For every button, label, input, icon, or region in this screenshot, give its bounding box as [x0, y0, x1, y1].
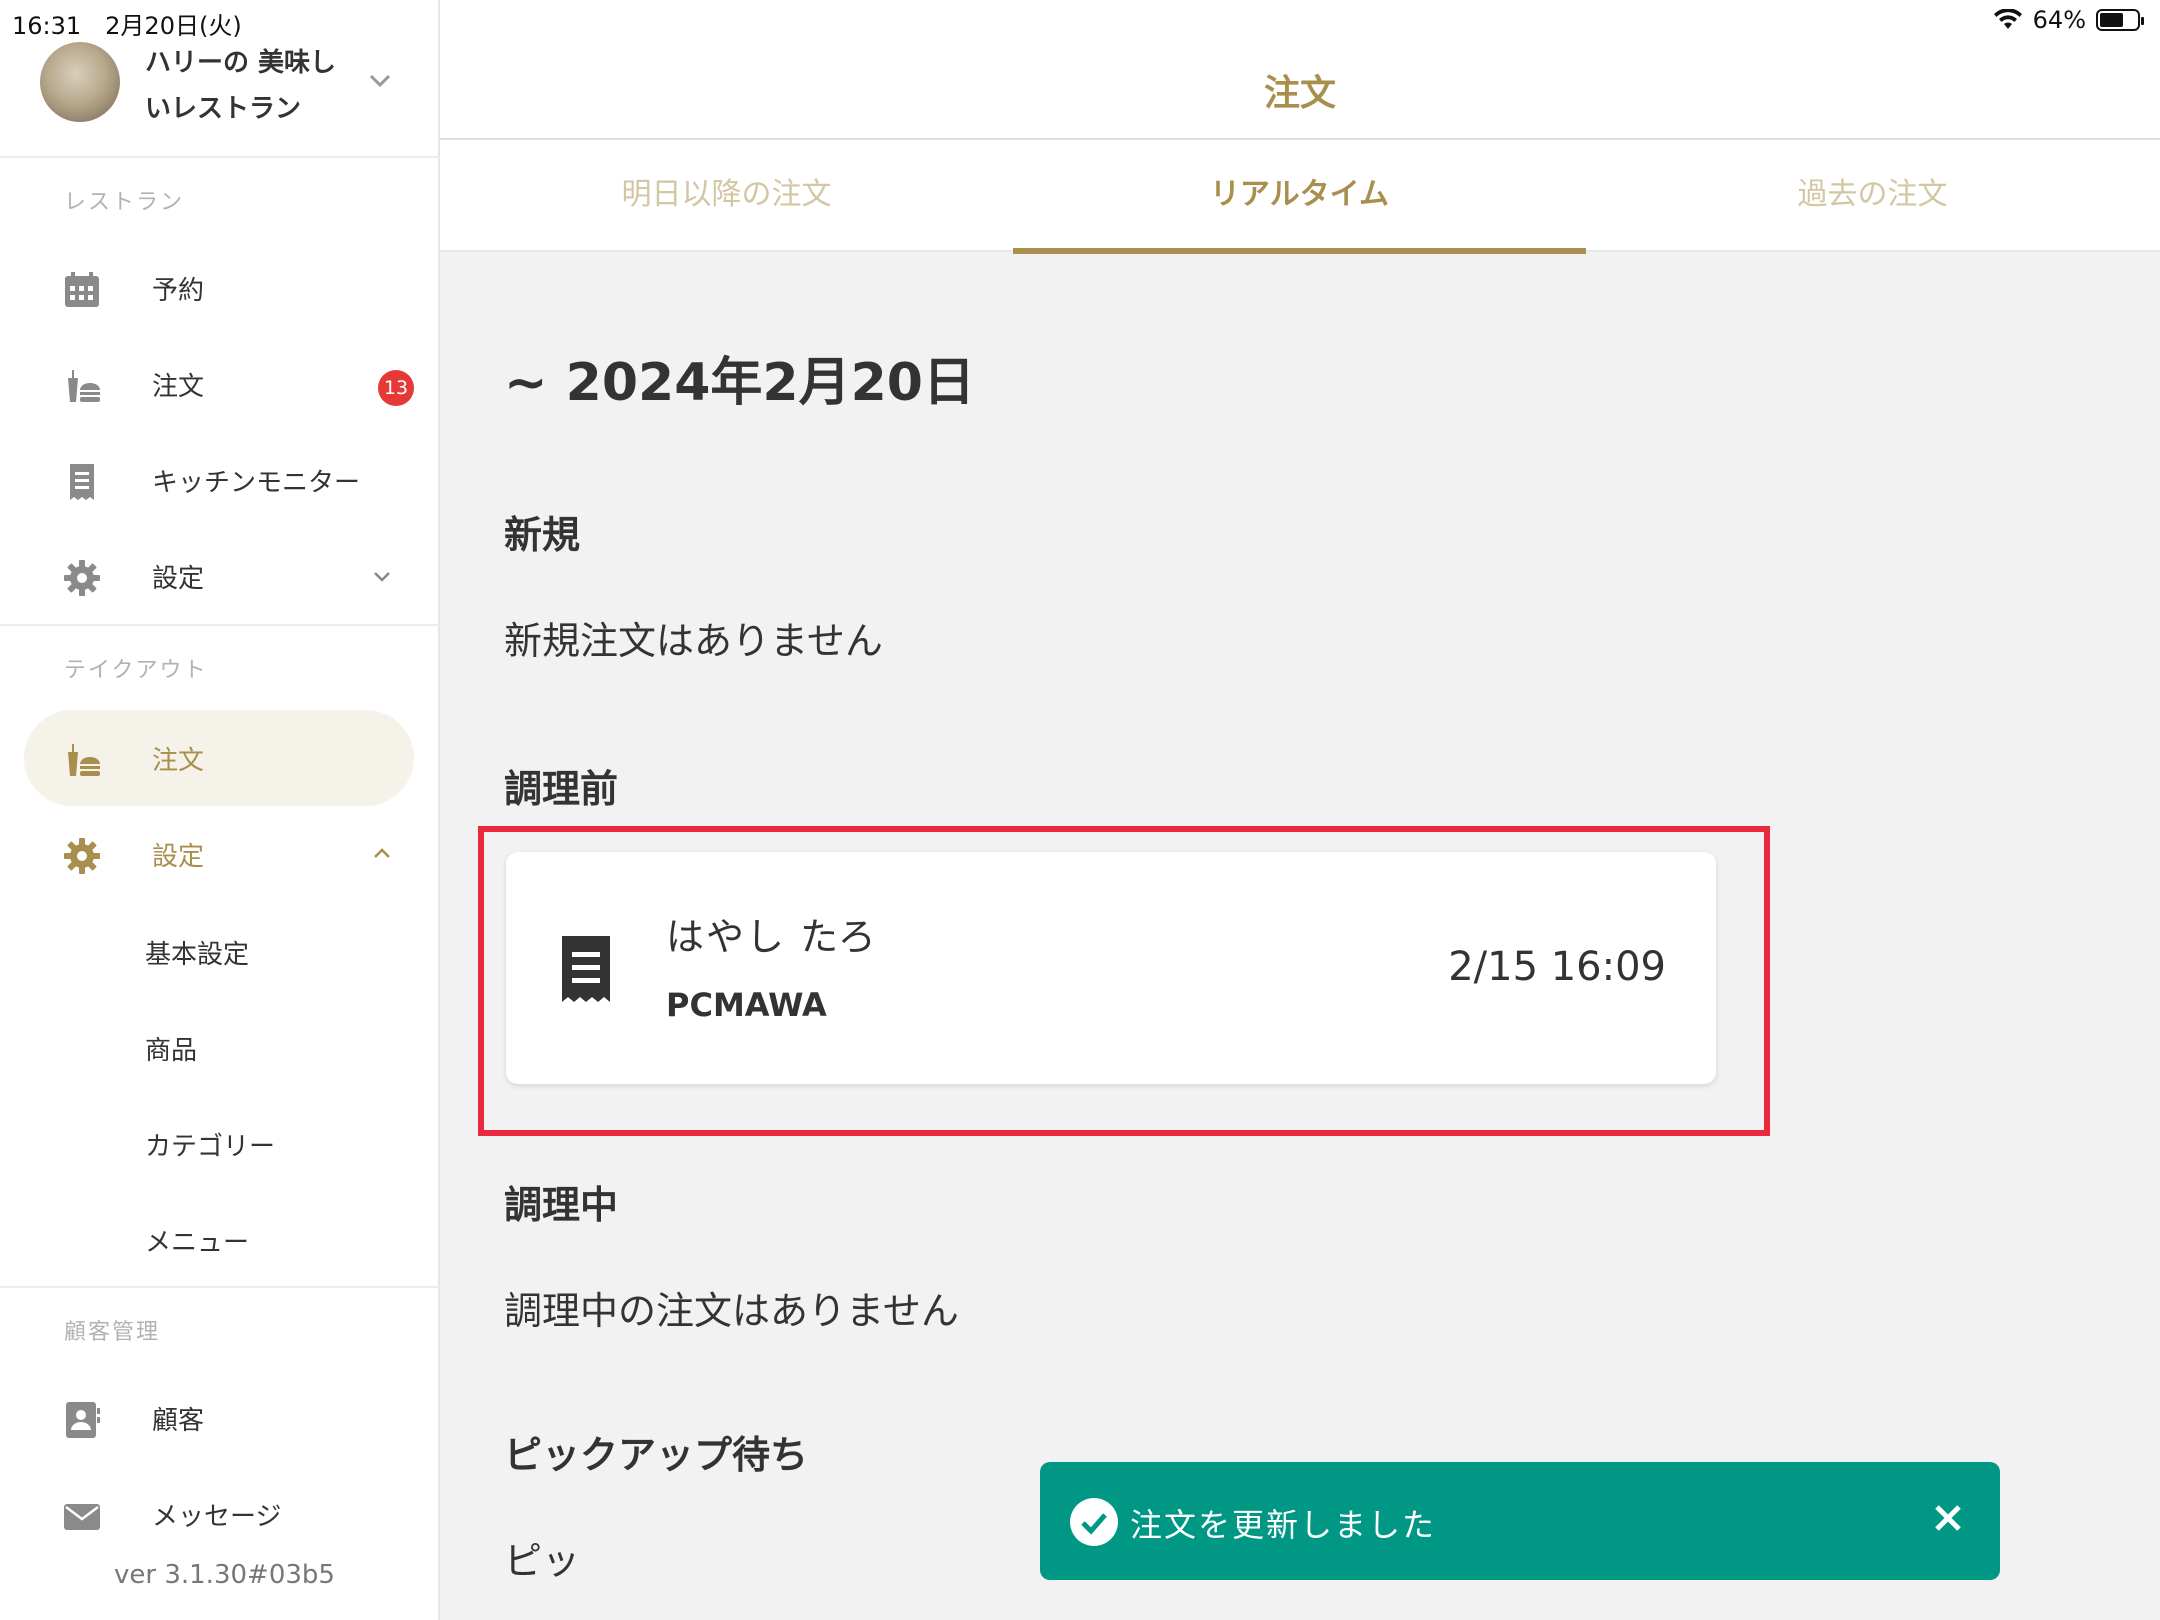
app-version: ver 3.1.30#03b5	[114, 1560, 335, 1590]
order-tabs: 明日以降の注文 リアルタイム 過去の注文	[440, 140, 2160, 254]
chevron-up-icon	[374, 848, 390, 858]
restaurant-avatar	[40, 42, 120, 122]
receipt-icon	[562, 936, 610, 1002]
empty-message-pickup: ピッ	[504, 1539, 581, 1583]
section-title-before-cooking: 調理前	[504, 767, 619, 811]
section-title-cooking: 調理中	[504, 1183, 619, 1227]
section-label-restaurant: レストラン	[64, 190, 185, 215]
order-card[interactable]: はやし たろ PCMAWA 2/15 16:09	[506, 852, 1716, 1084]
sidebar-item-label: メッセージ	[152, 1502, 282, 1532]
section-label-takeout: テイクアウト	[64, 658, 208, 683]
sidebar-item-label: 設定	[152, 564, 205, 594]
order-customer-name: はやし たろ	[666, 915, 878, 959]
status-time: 16:31 2月20日(火)	[12, 12, 242, 40]
sidebar-item-messages[interactable]: メッセージ	[24, 1466, 414, 1562]
sidebar-item-kitchen-monitor[interactable]: キッチンモニター	[24, 432, 414, 528]
tab-realtime[interactable]: リアルタイム	[1013, 140, 1586, 254]
sidebar-subitem-categories[interactable]: カテゴリー	[145, 1126, 275, 1163]
order-code: PCMAWA	[666, 986, 827, 1024]
section-title-new: 新規	[504, 513, 581, 557]
gear-icon	[64, 560, 100, 596]
status-bar: 16:31 2月20日(火) 64%	[0, 0, 2160, 40]
sidebar-item-label: 注文	[152, 372, 205, 402]
empty-message-cooking: 調理中の注文はありません	[504, 1289, 959, 1333]
order-time: 2/15 16:09	[1448, 944, 1666, 990]
sidebar-item-label: 予約	[152, 276, 205, 306]
empty-message-new: 新規注文はありません	[504, 619, 883, 663]
sidebar-item-orders[interactable]: 注文 13	[24, 336, 414, 432]
sidebar-item-label: 注文	[152, 746, 205, 776]
sidebar-subitem-products[interactable]: 商品	[145, 1030, 197, 1067]
restaurant-switcher[interactable]: ハリーの 美味しいレストラン	[0, 38, 440, 158]
section-label-customers: 顧客管理	[64, 1320, 161, 1345]
sidebar: ハリーの 美味しいレストラン レストラン 予約 注文 13 キッチンモニター 設…	[0, 0, 440, 1620]
restaurant-name: ハリーの 美味しいレストラン	[145, 48, 337, 124]
battery-icon	[2096, 9, 2144, 31]
chevron-down-icon	[374, 572, 390, 582]
tab-past-orders[interactable]: 過去の注文	[1586, 140, 2159, 252]
date-heading: ~ 2024年2月20日	[504, 353, 975, 413]
sidebar-item-restaurant-settings[interactable]: 設定	[24, 528, 414, 624]
sidebar-subitem-menu[interactable]: メニュー	[145, 1222, 249, 1259]
sidebar-item-label: 設定	[152, 842, 205, 872]
section-title-pickup: ピックアップ待ち	[504, 1433, 809, 1477]
contact-card-icon	[66, 1402, 100, 1438]
sidebar-item-takeout-orders[interactable]: 注文	[24, 710, 414, 806]
sidebar-item-customers[interactable]: 顧客	[24, 1370, 414, 1466]
main-content: 注文 明日以降の注文 リアルタイム 過去の注文 ~ 2024年2月20日 新規 …	[440, 0, 2160, 1620]
envelope-icon	[64, 1504, 100, 1530]
calendar-icon	[65, 272, 99, 307]
order-count-badge: 13	[378, 370, 414, 406]
toast-notification: 注文を更新しました	[1040, 1462, 2000, 1580]
sidebar-item-takeout-settings[interactable]: 設定	[24, 806, 414, 902]
toast-message: 注文を更新しました	[1130, 1506, 1437, 1544]
sidebar-item-label: 顧客	[152, 1406, 205, 1436]
battery-level	[2100, 13, 2124, 27]
status-indicators: 64%	[1993, 6, 2144, 34]
burger-drink-icon	[68, 370, 100, 402]
battery-percent: 64%	[2032, 6, 2086, 34]
close-icon[interactable]	[1932, 1502, 1964, 1534]
receipt-icon	[70, 464, 94, 500]
check-circle-icon	[1070, 1498, 1118, 1546]
chevron-down-icon[interactable]	[366, 66, 394, 94]
sidebar-divider	[0, 1286, 440, 1288]
tab-upcoming-orders[interactable]: 明日以降の注文	[440, 140, 1013, 252]
burger-drink-icon	[68, 744, 100, 776]
sidebar-item-label: キッチンモニター	[152, 468, 361, 498]
sidebar-divider	[0, 624, 440, 626]
sidebar-subitem-basic-settings[interactable]: 基本設定	[145, 934, 249, 971]
sidebar-item-reservations[interactable]: 予約	[24, 240, 414, 336]
page-title: 注文	[1263, 73, 1336, 114]
wifi-icon	[1993, 8, 2023, 31]
gear-icon	[64, 838, 100, 874]
